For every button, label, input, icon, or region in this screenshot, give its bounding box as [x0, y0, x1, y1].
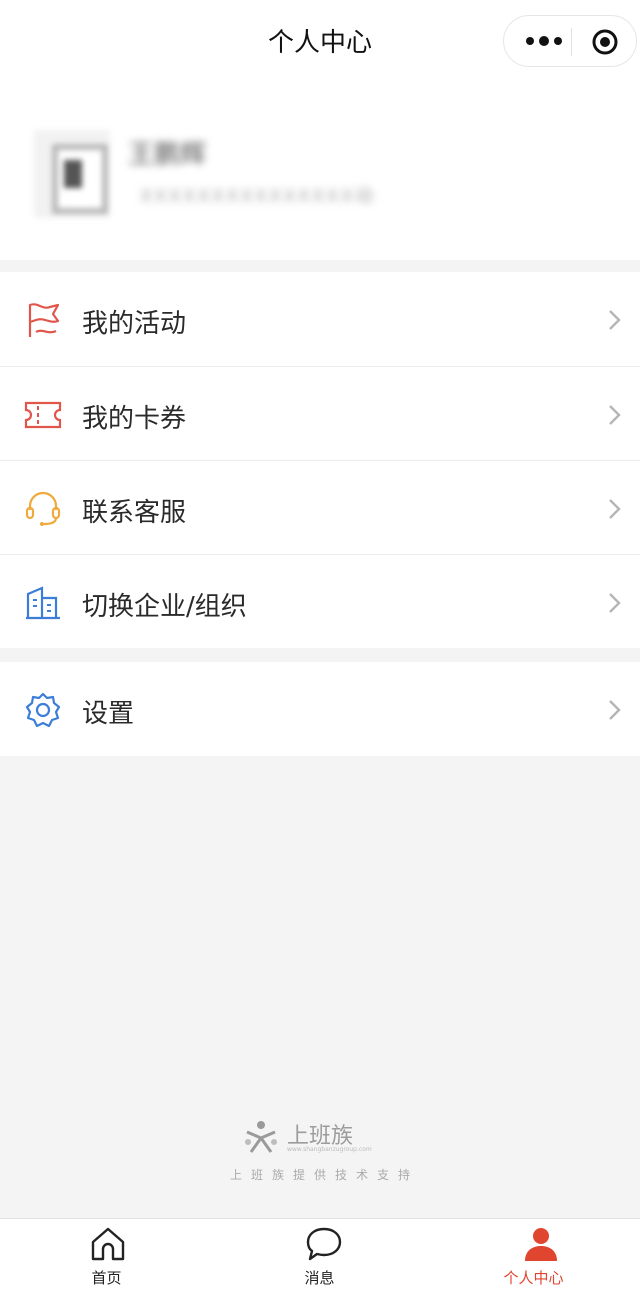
settings-group: 设置: [0, 662, 640, 756]
profile-card[interactable]: 王鹏辉 XXXXXXXXXXXXXXX动: [0, 82, 640, 260]
menu-item-label: 我的活动: [82, 309, 187, 339]
tab-home[interactable]: 首页: [0, 1219, 213, 1307]
chat-bubble-icon: [306, 1227, 342, 1261]
menu-item-label: 联系客服: [82, 498, 187, 528]
avatar[interactable]: [34, 130, 110, 218]
menu-list: 我的活动 我的卡券 联系客服 切换企业/组织: [0, 272, 640, 648]
menu-item-contact-service[interactable]: 联系客服: [0, 461, 640, 555]
navigation-bar: 个人中心: [0, 0, 640, 82]
chevron-right-icon: [609, 405, 621, 425]
brand-logo: 上班族 www.shangbanzugroup.com: [244, 1118, 372, 1158]
tab-label: 消息: [304, 1269, 335, 1287]
building-icon: [26, 586, 60, 620]
menu-item-label: 切换企业/组织: [82, 592, 247, 622]
headset-icon: [25, 491, 61, 526]
chevron-right-icon: [609, 310, 621, 330]
menu-item-settings[interactable]: 设置: [0, 662, 640, 756]
menu-item-label: 我的卡券: [82, 404, 187, 434]
tab-label: 首页: [91, 1269, 122, 1287]
tab-messages[interactable]: 消息: [213, 1219, 426, 1307]
flag-icon: [28, 303, 60, 337]
home-icon: [91, 1227, 125, 1261]
target-circle-icon[interactable]: [590, 27, 620, 57]
chevron-right-icon: [609, 499, 621, 519]
user-icon: [525, 1228, 557, 1261]
tab-personal-center[interactable]: 个人中心: [427, 1219, 640, 1307]
support-text: 上班族提供技术支持: [229, 1168, 419, 1182]
chevron-right-icon: [609, 700, 621, 720]
tab-label: 个人中心: [503, 1269, 564, 1287]
menu-item-my-activities[interactable]: 我的活动: [0, 272, 640, 366]
tab-bar: 首页 消息 个人中心: [0, 1218, 640, 1307]
menu-item-switch-organization[interactable]: 切换企业/组织: [0, 555, 640, 649]
user-name: 王鹏辉: [128, 140, 207, 170]
brand-url: www.shangbanzugroup.com: [286, 1146, 372, 1153]
chevron-right-icon: [609, 593, 621, 613]
menu-item-label: 设置: [82, 699, 135, 729]
mini-program-capsule: [503, 15, 637, 67]
user-description: XXXXXXXXXXXXXXX动: [140, 186, 375, 207]
ticket-icon: [24, 401, 62, 429]
more-dots-icon[interactable]: [522, 28, 566, 54]
brand-logo-icon: [244, 1121, 277, 1153]
menu-item-my-coupons[interactable]: 我的卡券: [0, 367, 640, 461]
powered-by-footer: 上班族 www.shangbanzugroup.com 上班族提供技术支持: [0, 1118, 640, 1183]
gear-icon: [25, 692, 61, 728]
capsule-divider: [571, 28, 572, 56]
